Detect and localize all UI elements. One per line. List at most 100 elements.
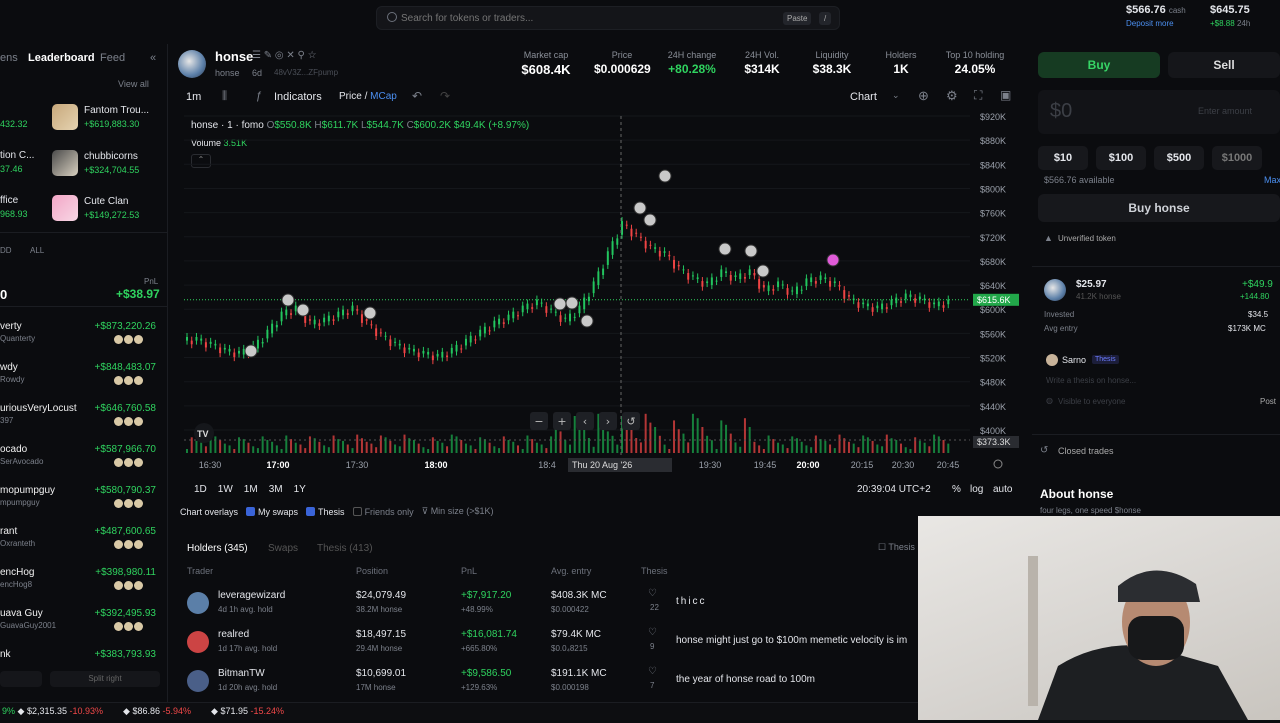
- settings-icon[interactable]: ⚙: [946, 88, 958, 104]
- auto-toggle[interactable]: auto: [993, 484, 1012, 495]
- thesis-filter-checkbox[interactable]: ☐ Thesis: [878, 542, 915, 553]
- visibility-label[interactable]: Visible to everyone: [1058, 397, 1125, 406]
- tab-swaps[interactable]: Swaps: [268, 543, 298, 554]
- trader-row[interactable]: mopumpguy mpumpguy +$580,790.37: [0, 485, 167, 525]
- volume-bar: [436, 440, 439, 453]
- ticker-item[interactable]: ◆ $71.95 -15.24%: [211, 706, 284, 717]
- search-input[interactable]: [401, 10, 761, 26]
- amount-field[interactable]: $0 Enter amount: [1038, 90, 1280, 134]
- trader-row[interactable]: wdy Rowdy +$848,483.07: [0, 362, 167, 402]
- max-button[interactable]: Max: [1264, 175, 1280, 185]
- trader-row[interactable]: rant Oxranteth +$487,600.65: [0, 526, 167, 566]
- tab-tokens[interactable]: ens: [0, 52, 18, 64]
- stat-top10: Top 10 holding 24.05%: [942, 50, 1008, 76]
- ticker-item[interactable]: 9% ◆ $2,315.35 -10.93%: [2, 706, 103, 717]
- trader-row[interactable]: verty Quanterty +$873,220.26: [0, 321, 167, 361]
- candle-type-icon[interactable]: ⫼: [222, 90, 227, 103]
- chart-type-select[interactable]: Chart: [850, 91, 877, 103]
- holder-name[interactable]: BitmanTW: [218, 668, 265, 679]
- candle: [918, 296, 921, 300]
- preset-1000[interactable]: $1000: [1212, 146, 1262, 170]
- thesis-checkbox[interactable]: Thesis: [306, 507, 345, 517]
- holder-name[interactable]: realred: [218, 629, 249, 640]
- tab-leaderboard[interactable]: Leaderboard: [28, 52, 95, 64]
- search-bar[interactable]: Paste /: [376, 6, 840, 30]
- trader-row[interactable]: encHog encHog8 +$398,980.11: [0, 567, 167, 607]
- col-thesis[interactable]: Thesis: [641, 566, 668, 576]
- ticker-item[interactable]: ◆ $86.86 -5.94%: [123, 706, 191, 717]
- range-3m[interactable]: 3M: [269, 484, 283, 495]
- range-1m[interactable]: 1M: [244, 484, 258, 495]
- candle: [866, 303, 869, 307]
- token-address[interactable]: 48vV3Z...ZFpump: [274, 68, 338, 77]
- post-button[interactable]: Post: [1260, 397, 1276, 406]
- price-chart[interactable]: $920K $880K $840K $800K $760K $720K $680K $640K…: [180, 108, 1020, 478]
- leaderboard-card[interactable]: Cute Clan +$149,272.53: [52, 195, 139, 221]
- sell-tab[interactable]: Sell: [1168, 52, 1280, 78]
- paste-button[interactable]: Paste: [783, 12, 812, 25]
- indicators-button[interactable]: Indicators: [274, 91, 322, 103]
- view-all-link[interactable]: View all: [118, 79, 149, 89]
- trader-row[interactable]: uava Guy GuavaGuy2001 +$392,495.93: [0, 608, 167, 648]
- candle: [668, 254, 671, 257]
- range-1y[interactable]: 1Y: [294, 484, 306, 495]
- candle: [649, 244, 652, 246]
- tab-feed[interactable]: Feed: [100, 52, 125, 64]
- preset-10[interactable]: $10: [1038, 146, 1088, 170]
- preset-500[interactable]: $500: [1154, 146, 1204, 170]
- leaderboard-card[interactable]: chubbicorns +$324,704.55: [52, 150, 139, 176]
- closed-trades-link[interactable]: Closed trades: [1058, 446, 1114, 456]
- table-row[interactable]: BitmanTW 1d 20h avg. hold $10,699.01 17M…: [178, 666, 918, 704]
- zoom-icon[interactable]: ⊕: [918, 88, 929, 104]
- interval-select[interactable]: 1m: [186, 91, 201, 103]
- trader-row[interactable]: uriousVeryLocust 397 +$646,760.58: [0, 403, 167, 443]
- chevron-down-icon[interactable]: ⌄: [892, 90, 900, 101]
- heart-icon[interactable]: ♡: [648, 588, 657, 599]
- trader-row[interactable]: ocado SerAvocado +$587,966.70: [0, 444, 167, 484]
- leaderboard-card[interactable]: Fantom Trou... +$619,883.30: [52, 104, 149, 130]
- col-position[interactable]: Position: [356, 566, 388, 576]
- volume-bar: [242, 439, 245, 453]
- divider: [0, 232, 167, 233]
- tab-thesis[interactable]: Thesis (413): [317, 543, 373, 554]
- candle: [795, 286, 798, 295]
- price-toggle[interactable]: Price / MCap: [339, 91, 397, 102]
- heart-icon[interactable]: ♡: [648, 666, 657, 677]
- volume-bar: [422, 447, 425, 453]
- thesis-input[interactable]: Write a thesis on honse...: [1046, 376, 1136, 385]
- buy-tab[interactable]: Buy: [1038, 52, 1160, 78]
- my-swaps-checkbox[interactable]: My swaps: [246, 507, 298, 517]
- undo-icon[interactable]: ↶: [412, 89, 422, 103]
- filter-all[interactable]: ALL: [30, 246, 44, 255]
- table-row[interactable]: leveragewizard 4d 1h avg. hold $24,079.4…: [178, 588, 918, 626]
- filter-dd[interactable]: DD: [0, 246, 12, 255]
- holder-name[interactable]: leveragewizard: [218, 590, 285, 601]
- min-size-filter[interactable]: ⊽ Min size (>$1K): [422, 506, 494, 517]
- buy-token-button[interactable]: Buy honse: [1038, 194, 1280, 222]
- preset-100[interactable]: $100: [1096, 146, 1146, 170]
- range-1w[interactable]: 1W: [218, 484, 233, 495]
- volume-bar: [649, 422, 652, 453]
- col-avg-entry[interactable]: Avg. entry: [551, 566, 591, 576]
- avatar: [52, 150, 78, 176]
- percent-toggle[interactable]: %: [952, 484, 961, 495]
- indicators-icon[interactable]: ƒ: [256, 90, 262, 102]
- camera-icon[interactable]: ▣: [1000, 88, 1011, 102]
- candle: [507, 314, 510, 321]
- side-button[interactable]: [0, 671, 42, 687]
- heart-icon[interactable]: ♡: [648, 627, 657, 638]
- deposit-link[interactable]: Deposit more: [1126, 19, 1174, 28]
- friends-checkbox[interactable]: Friends only: [352, 507, 414, 517]
- volume-bar: [777, 442, 780, 453]
- col-pnl[interactable]: PnL: [461, 566, 477, 576]
- table-row[interactable]: realred 1d 17h avg. hold $18,497.15 29.4…: [178, 627, 918, 665]
- split-right-button[interactable]: Split right: [50, 671, 160, 687]
- col-trader[interactable]: Trader: [187, 566, 213, 576]
- log-toggle[interactable]: log: [970, 484, 983, 495]
- candle: [540, 302, 543, 304]
- fullscreen-icon[interactable]: ⛶: [974, 88, 982, 103]
- redo-icon[interactable]: ↷: [440, 89, 450, 103]
- range-1d[interactable]: 1D: [194, 484, 207, 495]
- collapse-icon[interactable]: «: [150, 52, 156, 64]
- tab-holders[interactable]: Holders (345): [187, 543, 248, 554]
